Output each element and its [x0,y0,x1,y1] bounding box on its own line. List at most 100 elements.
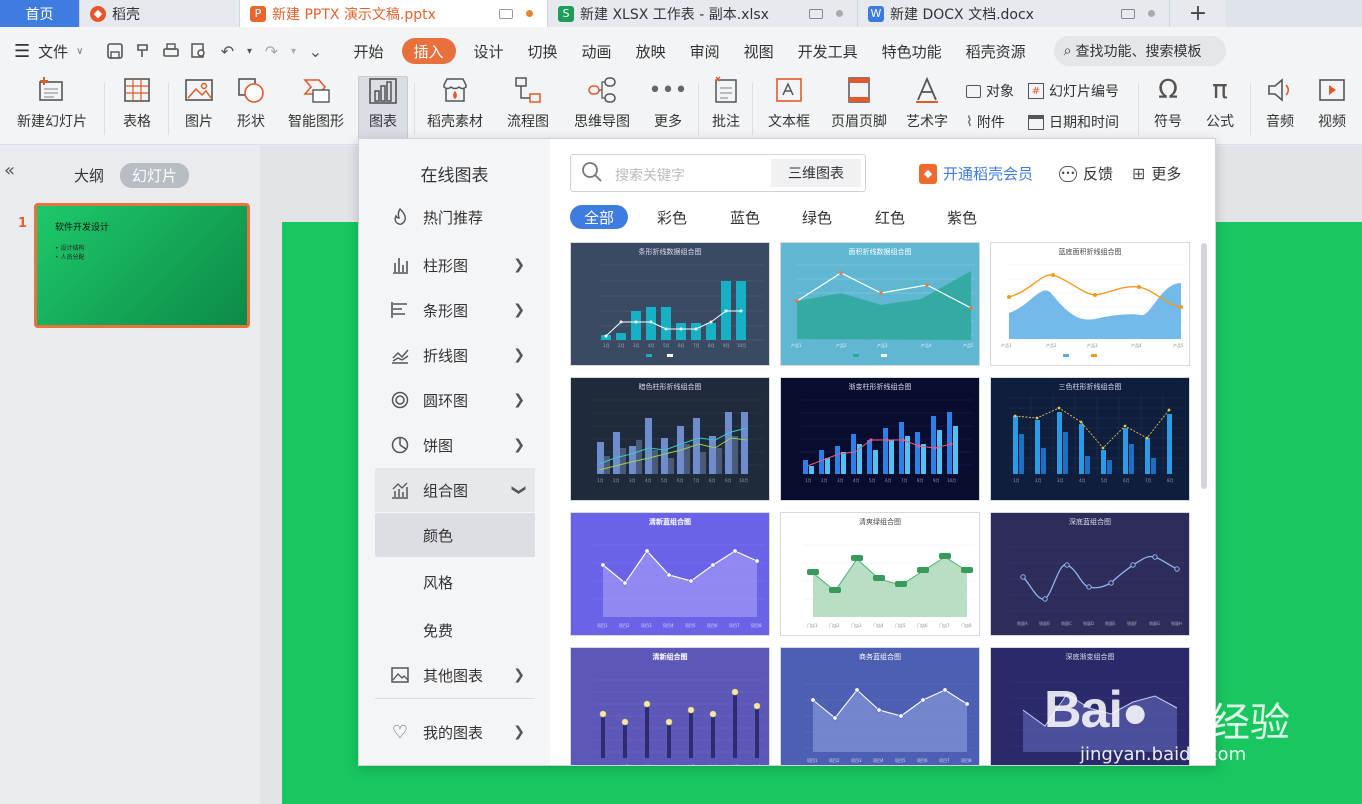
template-card[interactable]: 条形折线数据组合图 1月 2月 3月 4月 5月 6月 7月 8月 9月 10月 [570,242,770,366]
sidebar-item-pie[interactable]: 饼图 ❯ [375,423,535,467]
sidebar-subitem-color[interactable]: 颜色 [375,513,535,557]
comment-button[interactable]: 批注 [704,75,748,141]
sidebar-subitem-free[interactable]: 免费 [375,608,535,652]
sidebar-item-donut[interactable]: 圆环图 ❯ [375,378,535,422]
customize-toolbar-icon[interactable]: ⌄ [304,40,326,62]
svg-text:门店8: 门店8 [961,622,972,628]
file-menu[interactable]: ☰ 文件 ∨ [14,41,83,62]
new-tab-button[interactable]: + [1170,0,1226,27]
sidebar-item-column[interactable]: 柱形图 ❯ [375,243,535,287]
more-link[interactable]: ⊞ 更多 [1132,163,1181,184]
undo-dropdown-icon[interactable]: ▾ [244,40,254,62]
filter-green[interactable]: 绿色 [802,205,832,229]
sidebar-item-hot[interactable]: 热门推荐 [375,195,535,239]
filter-red[interactable]: 红色 [875,205,905,229]
template-card[interactable]: 清爽绿组合图 门店1 门店2 门店3 门店4 门店5 门店6 门店7 门店8 [780,512,980,636]
print-icon[interactable] [160,40,182,62]
template-card[interactable]: 三色柱形折线组合图 1月 2月 3月 4月 5月 6月 7月 8月 [990,377,1190,501]
vip-link[interactable]: ◆ 开通稻壳会员 [919,163,1033,184]
more-button[interactable]: ••• 更多 [644,75,692,141]
search-tag-3d[interactable]: 三维图表 [771,159,861,187]
ribbon-divider [168,83,169,135]
collapse-pane-button[interactable]: « [4,160,15,181]
daoke-assets-button[interactable]: 稻壳素材 [420,75,490,141]
shape-button[interactable]: 形状 [228,75,274,141]
menu-view[interactable]: 视图 [732,38,786,64]
svg-text:7月: 7月 [1145,478,1152,483]
attachment-button[interactable]: ⌇ 附件 [966,111,1005,133]
header-footer-button[interactable]: 页眉页脚 [826,75,892,141]
svg-text:6月: 6月 [678,343,685,348]
template-card[interactable]: 清新蓝组合图 项目1 项目2 项目3 项目4 项目5 项目6 项目7 项目8 [570,512,770,636]
sidebar-item-other[interactable]: 其他图表 ❯ [375,653,535,697]
tab-docx[interactable]: W 新建 DOCX 文档.docx [858,0,1170,27]
tab-pptx[interactable]: P 新建 PPTX 演示文稿.pptx [240,0,548,27]
function-search[interactable]: ⌕ 查找功能、搜索模板 [1053,36,1226,66]
sidebar-subitem-style[interactable]: 风格 [375,560,535,604]
new-slide-button[interactable]: 新建幻灯片 [8,75,96,141]
svg-text:产品5: 产品5 [963,342,974,348]
flowchart-button[interactable]: 流程图 [498,75,558,141]
filter-all[interactable]: 全部 [570,205,629,229]
chart-button[interactable]: 图表 [358,76,408,142]
tab-outline[interactable]: 大纲 [74,165,104,186]
table-button[interactable]: 表格 [114,75,160,141]
save-icon[interactable] [104,40,126,62]
filter-blue[interactable]: 蓝色 [730,205,760,229]
object-button[interactable]: 对象 [966,80,1014,102]
sidebar-item-combo[interactable]: 组合图 ❯ [375,468,535,512]
filter-purple[interactable]: 紫色 [947,205,977,229]
menu-insert[interactable]: 插入 [401,38,456,64]
mindmap-button[interactable]: 思维导图 [566,75,638,141]
svg-text:销量B: 销量B [1039,620,1050,626]
smart-art-button[interactable]: 智能图形 [280,75,352,141]
menu-review[interactable]: 审阅 [678,38,732,64]
menu-design[interactable]: 设计 [462,38,516,64]
filter-colorful[interactable]: 彩色 [657,205,687,229]
undo-icon[interactable]: ↶ [216,40,238,62]
chart-search-box[interactable]: 搜索关键字 三维图表 [570,154,866,192]
feedback-link[interactable]: ••• 反馈 [1059,163,1113,184]
menu-transition[interactable]: 切换 [516,38,570,64]
datetime-button[interactable]: 日期和时间 [1028,111,1119,133]
tab-home[interactable]: 首页 [0,0,80,27]
menu-developer[interactable]: 开发工具 [786,38,870,64]
template-card[interactable]: 面积折线数据组合图 产品1 产品2 产品3 产品4 产品5 [780,242,980,366]
menu-features[interactable]: 特色功能 [870,38,954,64]
template-card[interactable]: 蓝底面积折线组合图 产品1 产品2 产品3 产品4 产品5 [990,242,1190,366]
video-button[interactable]: 视频 [1308,75,1356,141]
slide-thumbnail[interactable]: 软件开发设计 • 设计结构 • 人员分配 [34,203,250,328]
tab-daoke[interactable]: ◆ 稻壳 [80,0,240,27]
menu-daoke-resources[interactable]: 稻壳资源 [954,38,1038,64]
sidebar-item-bar[interactable]: 条形图 ❯ [375,288,535,332]
menu-start[interactable]: 开始 [341,38,395,64]
template-card[interactable]: 渐变柱形折线组合图 1月 2月 3月 4月 5月 6月 7月 8月 9月 10月 [780,377,980,501]
menu-slideshow[interactable]: 放映 [624,38,678,64]
sidebar-item-my-charts[interactable]: ♡ 我的图表 ❯ [375,710,535,754]
slide-number-button[interactable]: # 幻灯片编号 [1028,80,1119,102]
window-icon[interactable] [809,8,823,19]
menu-animation[interactable]: 动画 [570,38,624,64]
window-icon[interactable] [499,8,513,19]
textbox-button[interactable]: 文本框 [758,75,820,141]
more-label: 更多 [1151,165,1182,183]
window-icon[interactable] [1121,8,1135,19]
redo-dropdown-icon[interactable]: ▾ [288,40,298,62]
audio-button[interactable]: 音频 [1256,75,1304,141]
redo-icon[interactable]: ↷ [260,40,282,62]
picture-button[interactable]: 图片 [176,75,222,141]
print-preview-icon[interactable] [188,40,210,62]
template-card[interactable]: 清新组合图 小李小王小张小赵小孟小刘小吴小毛 [570,647,770,765]
template-card[interactable]: 商务蓝组合图 项目1 项目2 项目3 项目4 项目5 项目6 项目7 项目8 [780,647,980,765]
wordart-button[interactable]: 艺术字 [898,75,956,141]
formula-button[interactable]: π 公式 [1196,75,1244,141]
template-card[interactable]: 暗色柱形折线组合图 1月 2月 3月 4月 5月 6月 7月 8月 9月 10月 [570,377,770,501]
sidebar-item-line[interactable]: 折线图 ❯ [375,333,535,377]
template-card[interactable]: 深底蓝组合图 销量A 销量B 销量C 销量D 销量E 销量F 销量G 销量H [990,512,1190,636]
scrollbar[interactable] [1201,243,1207,489]
svg-text:门店2: 门店2 [829,622,840,628]
symbol-button[interactable]: Ω 符号 [1144,75,1192,141]
tab-slides[interactable]: 幻灯片 [120,163,190,188]
tab-xlsx[interactable]: S 新建 XLSX 工作表 - 副本.xlsx [548,0,858,27]
format-painter-icon[interactable] [132,40,154,62]
